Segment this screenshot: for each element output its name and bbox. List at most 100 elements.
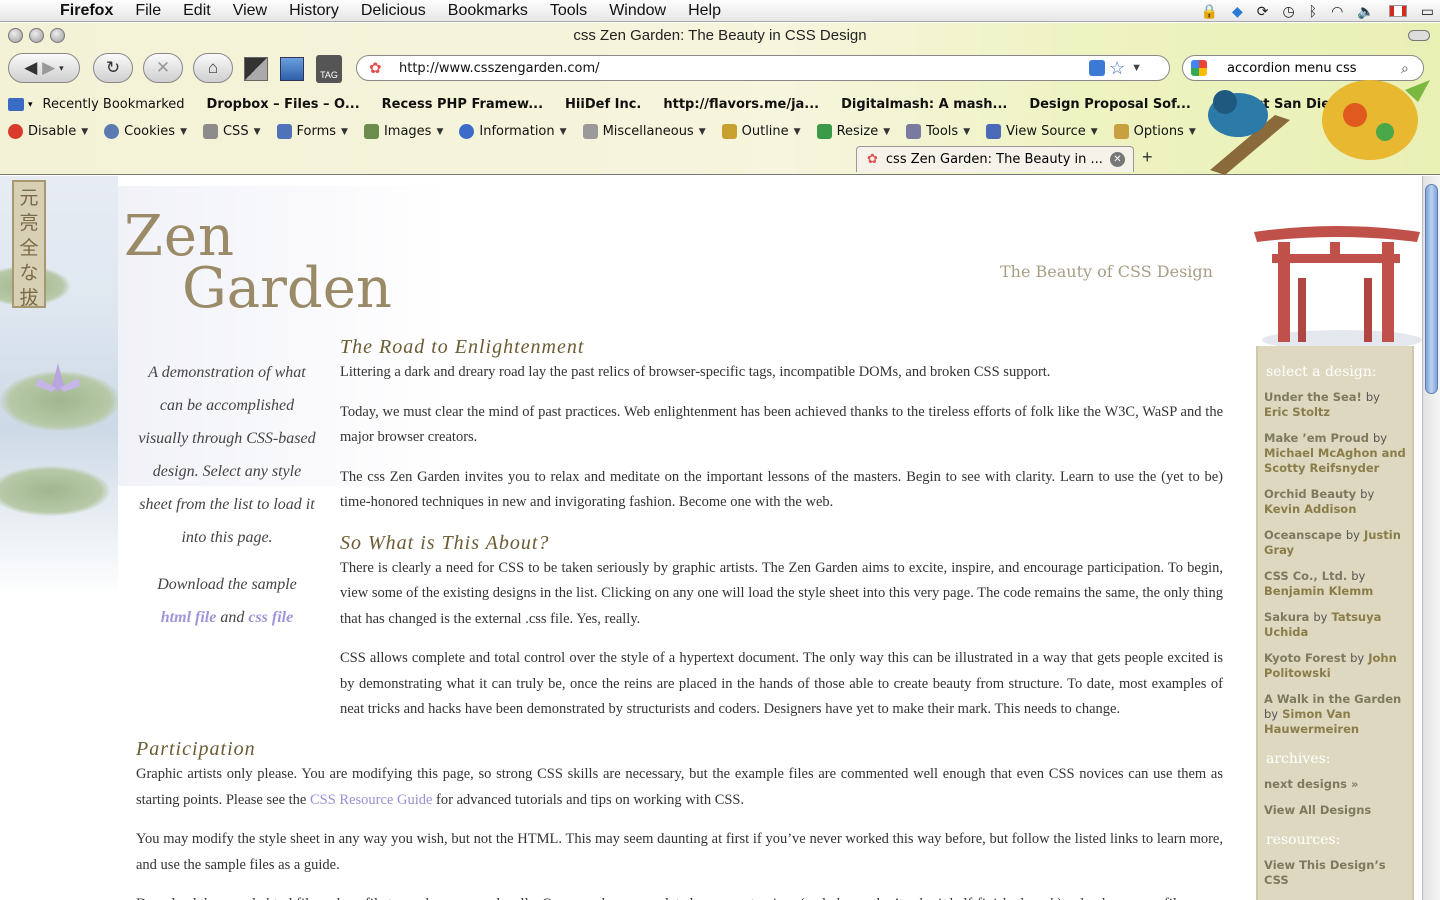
bookmark-recently-bookmarked[interactable]: Recently Bookmarked — [43, 97, 185, 112]
disable-icon — [8, 124, 23, 139]
devbar-cookies[interactable]: Cookies ▼ — [104, 124, 187, 139]
wifi-icon[interactable]: ◠ — [1331, 3, 1343, 20]
bookmarks-menu-icon[interactable] — [8, 98, 24, 111]
new-tab-button[interactable]: + — [1142, 147, 1153, 168]
rss-feed-icon[interactable] — [1089, 60, 1105, 76]
bluetooth-icon[interactable]: ᛒ — [1309, 3, 1317, 19]
home-button[interactable]: ⌂ — [193, 53, 233, 83]
cookies-icon — [104, 124, 120, 139]
page-scrollbar[interactable] — [1422, 176, 1440, 900]
outline-icon — [721, 124, 737, 139]
zoom-window-button[interactable] — [50, 28, 65, 43]
forward-arrow-icon[interactable]: ▶ — [42, 58, 55, 78]
menu-bookmarks[interactable]: Bookmarks — [437, 0, 539, 22]
bookmark-design-proposal[interactable]: Design Proposal Sof... — [1029, 97, 1191, 112]
design-item[interactable]: Orchid Beauty by Kevin Addison — [1264, 487, 1406, 517]
paragraph: Graphic artists only please. You are mod… — [136, 766, 1223, 808]
design-item[interactable]: Make ’em Proud by Michael McAghon and Sc… — [1264, 431, 1406, 476]
menu-app-firefox[interactable]: Firefox — [40, 0, 124, 22]
resources-heading: resources: — [1266, 832, 1341, 848]
lock-icon[interactable]: 🔒 — [1201, 3, 1218, 20]
design-item[interactable]: CSS Co., Ltd. by Benjamin Klemm — [1264, 569, 1406, 599]
screenshot-addon-icon[interactable] — [244, 57, 268, 81]
css-file-link[interactable]: css file — [248, 609, 293, 626]
torii-gate-illustration — [1254, 226, 1422, 348]
menu-file[interactable]: File — [124, 0, 172, 22]
information-icon — [459, 124, 475, 139]
next-designs-link[interactable]: next designs » — [1264, 777, 1406, 792]
design-item[interactable]: Under the Sea! by Eric Stoltz — [1264, 390, 1406, 420]
dropbox-icon[interactable]: ◆ — [1232, 3, 1243, 20]
main-content: The Road to Enlightenment Littering a da… — [340, 328, 1223, 737]
scrollbar-thumb[interactable] — [1425, 184, 1438, 394]
devbar-view-source[interactable]: View Source ▼ — [986, 124, 1098, 139]
toolbar-toggle-button[interactable] — [1408, 30, 1430, 41]
persona-bird-illustration — [1208, 80, 1430, 175]
section-heading-about: So What is This About? — [340, 531, 550, 554]
minimize-window-button[interactable] — [29, 28, 44, 43]
back-forward-button[interactable]: ◀ ▶ ▾ — [8, 53, 80, 83]
design-item[interactable]: A Walk in the Garden by Simon Van Hauwer… — [1264, 692, 1406, 737]
window-controls — [8, 28, 65, 43]
tools-icon — [906, 124, 922, 139]
bookmark-recess[interactable]: Recess PHP Framew... — [382, 97, 543, 112]
tag-addon-icon[interactable]: TAG — [316, 55, 342, 83]
bookmark-star-icon[interactable]: ☆ — [1109, 58, 1125, 79]
url-dropdown-icon[interactable]: ▼ — [1131, 62, 1142, 74]
zen-garden-logo-line2: Garden — [182, 256, 392, 321]
user-icon[interactable]: ▭ — [1421, 3, 1434, 20]
section-heading-participation: Participation — [136, 738, 256, 760]
window-addon-icon[interactable] — [280, 57, 304, 81]
resize-icon — [816, 124, 832, 139]
design-item[interactable]: Sakura by Tatsuya Uchida — [1264, 610, 1406, 640]
sync-icon[interactable]: ⟳ — [1257, 3, 1269, 20]
close-window-button[interactable] — [8, 28, 23, 43]
menu-history[interactable]: History — [278, 0, 350, 22]
menu-window[interactable]: Window — [598, 0, 677, 22]
lotus-flower-icon — [36, 363, 80, 392]
menu-view[interactable]: View — [222, 0, 278, 22]
design-item[interactable]: Oceanscape by Justin Gray — [1264, 528, 1406, 558]
status-tray: 🔒 ◆ ⟳ ◷ ᛒ ◠ 🔈 ▭ — [1201, 0, 1440, 22]
devbar-resize[interactable]: Resize ▼ — [816, 124, 890, 139]
css-resource-guide-link[interactable]: CSS Resource Guide — [310, 792, 432, 808]
devbar-tools[interactable]: Tools ▼ — [906, 124, 970, 139]
options-icon — [1113, 124, 1129, 139]
view-design-css-link[interactable]: View This Design’s CSS — [1264, 858, 1406, 888]
address-bar: ✿ ☆ ▼ — [356, 55, 1170, 81]
url-input[interactable] — [399, 60, 1079, 76]
bookmark-dropbox[interactable]: Dropbox – Files – O... — [207, 97, 360, 112]
devbar-outline[interactable]: Outline ▼ — [721, 124, 801, 139]
bookmark-digitalmash[interactable]: Digitalmash: A mash... — [841, 97, 1007, 112]
menu-edit[interactable]: Edit — [172, 0, 222, 22]
bookmark-flavors[interactable]: http://flavors.me/ja... — [663, 97, 819, 112]
tab-favicon-icon: ✿ — [867, 152, 878, 167]
devbar-information[interactable]: Information ▼ — [459, 124, 567, 139]
devbar-images[interactable]: Images ▼ — [363, 124, 443, 139]
devbar-miscellaneous[interactable]: Miscellaneous ▼ — [582, 124, 706, 139]
time-machine-icon[interactable]: ◷ — [1282, 3, 1294, 20]
design-item[interactable]: Kyoto Forest by John Politowski — [1264, 651, 1406, 681]
devbar-css[interactable]: CSS ▼ — [202, 124, 261, 139]
history-dropdown-icon[interactable]: ▾ — [59, 63, 64, 74]
menu-delicious[interactable]: Delicious — [350, 0, 437, 22]
home-icon: ⌂ — [207, 58, 219, 77]
bookmark-hiidef[interactable]: HiiDef Inc. — [565, 97, 641, 112]
view-all-designs-link[interactable]: View All Designs — [1264, 803, 1406, 818]
bookmarks-menu-dropdown-icon[interactable]: ▾ — [28, 100, 33, 110]
reload-button[interactable]: ↻ — [93, 53, 133, 83]
html-file-link[interactable]: html file — [161, 609, 217, 626]
devbar-disable[interactable]: Disable ▼ — [8, 124, 88, 139]
volume-icon[interactable]: 🔈 — [1357, 3, 1374, 20]
back-arrow-icon[interactable]: ◀ — [24, 58, 37, 78]
menu-help[interactable]: Help — [677, 0, 732, 22]
menu-tools[interactable]: Tools — [539, 0, 598, 22]
window-titlebar: css Zen Garden: The Beauty in CSS Design — [0, 23, 1440, 49]
devbar-forms[interactable]: Forms ▼ — [276, 124, 348, 139]
site-favicon: ✿ — [369, 60, 382, 77]
stop-button[interactable]: ✕ — [143, 53, 183, 83]
tab-zen-garden[interactable]: ✿ css Zen Garden: The Beauty in ... ✕ — [856, 146, 1134, 172]
tab-close-icon[interactable]: ✕ — [1110, 152, 1125, 167]
input-source-flag-icon[interactable] — [1388, 5, 1407, 17]
intro-text: A demonstration of what can be accomplis… — [138, 364, 316, 546]
